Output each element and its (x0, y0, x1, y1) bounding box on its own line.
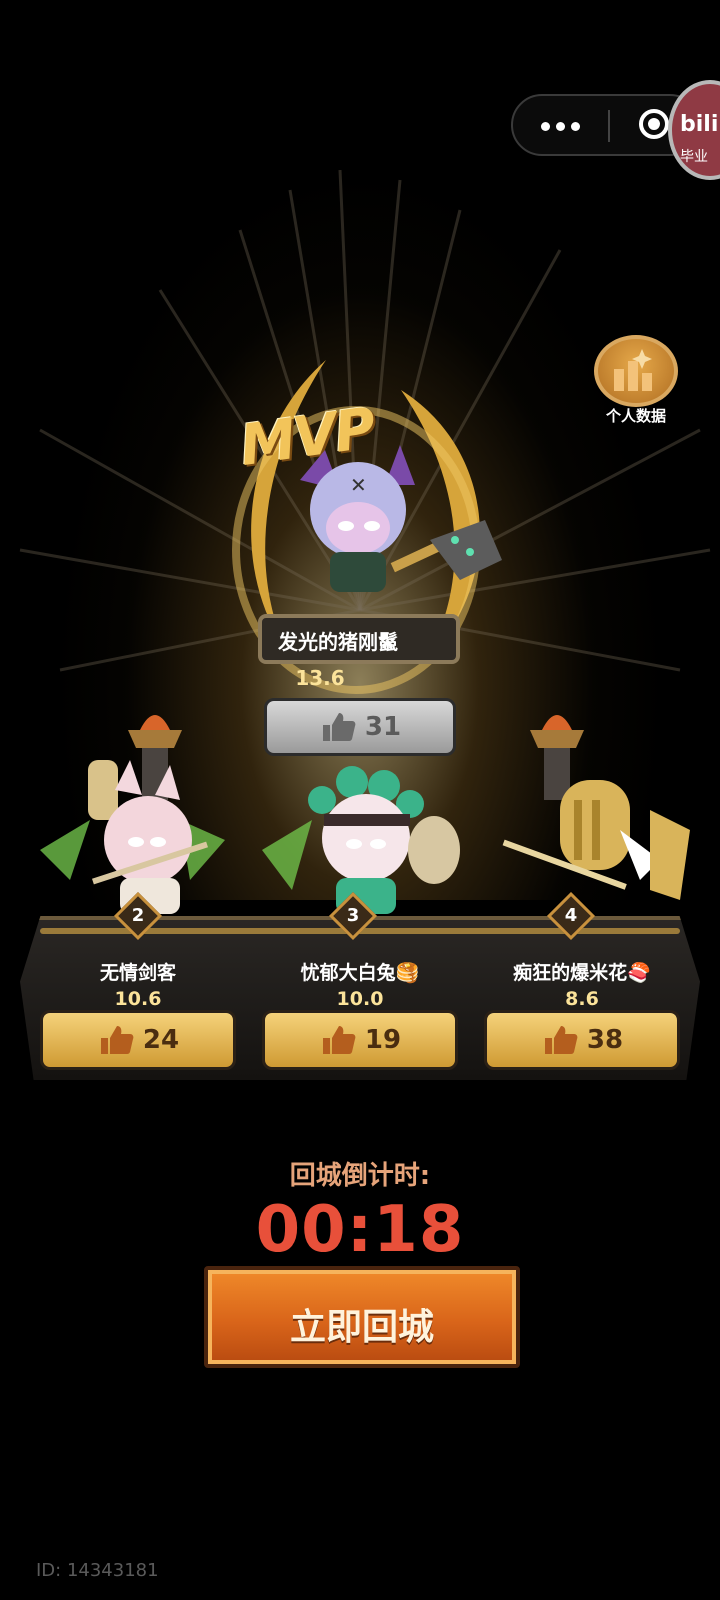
bilibili-badge-text: 毕业 (680, 149, 708, 165)
player-2-name: 无情剑客 (99, 962, 176, 984)
thumbs-up-icon (322, 713, 356, 741)
mvp-character: ✕ (300, 445, 502, 592)
countdown-label: 回城倒计时: (289, 1161, 431, 1191)
player-4-name: 痴狂的爆米花🍣 (513, 962, 651, 984)
thumbs-up-icon (100, 1026, 134, 1054)
thumbs-up-icon (544, 1026, 578, 1054)
thumbs-up-icon (322, 1026, 356, 1054)
mvp-score: 13.6 (295, 666, 345, 690)
player-3-name: 忧郁大白兔🥞 (300, 962, 420, 984)
personal-data-button[interactable]: 个人数据 (588, 335, 688, 425)
mvp-like-count: 31 (364, 712, 402, 742)
bar-chart-icon (594, 335, 678, 407)
player-2-like-button[interactable]: 24 (40, 1010, 236, 1070)
bilibili-badge-logo: bili (680, 112, 719, 137)
return-to-town-button[interactable]: 立即回城 (204, 1266, 520, 1368)
return-to-town-label: 立即回城 (289, 1307, 434, 1348)
player-3-like-count: 19 (364, 1025, 402, 1055)
mvp-like-button[interactable]: 31 (264, 698, 456, 756)
player-4-like-button[interactable]: 38 (484, 1010, 680, 1070)
svg-text:✕: ✕ (350, 473, 367, 497)
player-3-like-button[interactable]: 19 (262, 1010, 458, 1070)
mvp-name-plate: 发光的猪刚鬣 (258, 614, 460, 664)
personal-data-label: 个人数据 (605, 407, 666, 425)
capsule-divider (608, 110, 610, 142)
player-3-score: 10.0 (336, 988, 384, 1010)
countdown-timer: 00:18 (255, 1193, 465, 1267)
more-dots-icon[interactable] (541, 116, 601, 136)
player-id-text: ID: 14343181 (36, 1560, 159, 1581)
mvp-name: 发光的猪刚鬣 (278, 630, 398, 654)
player-4-character (502, 780, 690, 900)
player-2-character (40, 760, 225, 914)
player-4-score: 8.6 (565, 988, 599, 1010)
player-4-like-count: 38 (586, 1025, 624, 1055)
player-2-score: 10.6 (114, 988, 162, 1010)
player-2-like-count: 24 (142, 1025, 180, 1055)
result-screen: bili 毕业 个人数据 MVP ✕ 发光的猪刚鬣 13.6 31 2 3 4 … (0, 0, 720, 1600)
player-3-character (262, 766, 460, 914)
